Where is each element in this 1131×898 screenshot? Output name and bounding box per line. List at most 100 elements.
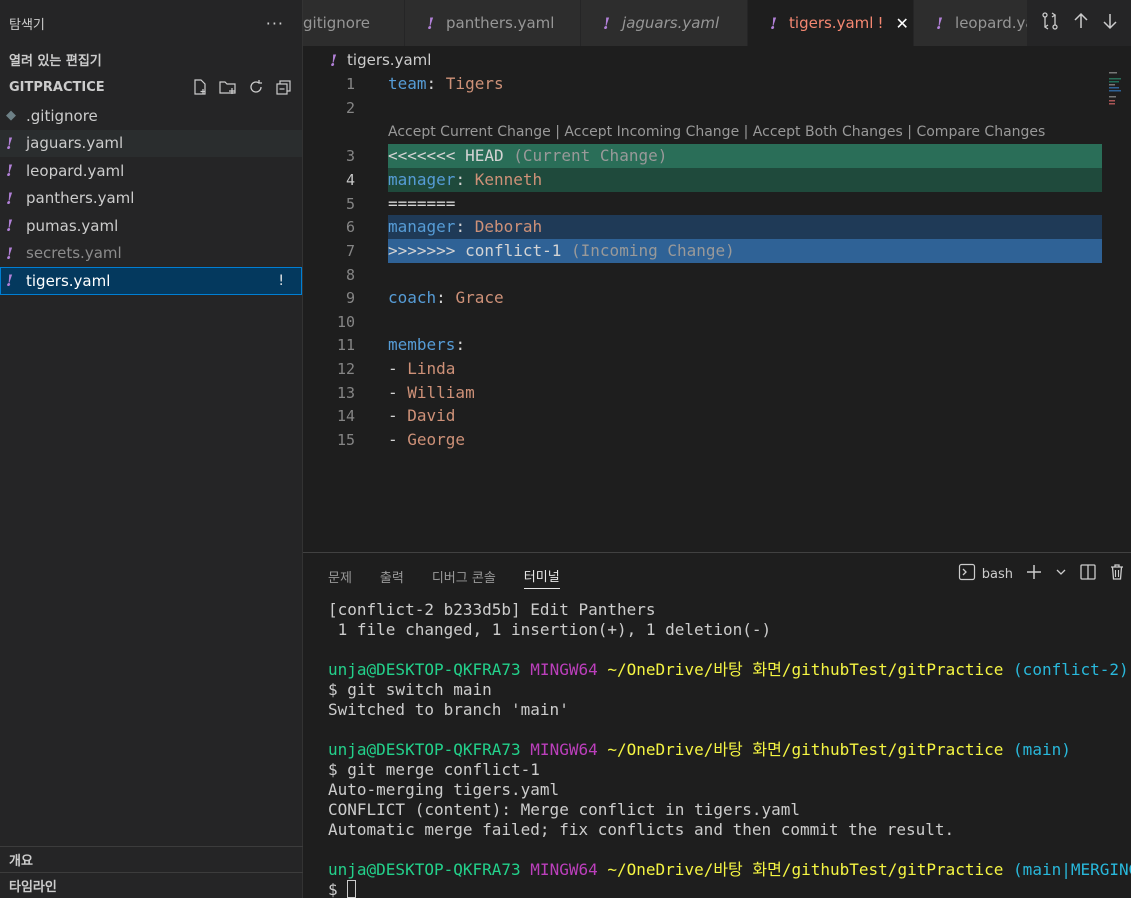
new-file-icon[interactable] [190, 77, 210, 97]
breadcrumb-file[interactable]: tigers.yaml [347, 51, 431, 69]
yaml-icon: ! [330, 50, 338, 70]
file-name: jaguars.yaml [26, 134, 124, 153]
file-name: tigers.yaml [26, 271, 111, 290]
tab-gitignore[interactable]: gitignore [303, 0, 405, 46]
prompt-branch: (main) [1013, 740, 1071, 759]
arrow-down-icon[interactable] [1102, 12, 1118, 34]
yaml-value: Grace [455, 288, 504, 307]
line-number: 3 [345, 146, 355, 165]
yaml-icon: ! [6, 161, 14, 181]
split-terminal-icon[interactable] [1079, 563, 1097, 585]
file-item-leopard[interactable]: ! leopard.yaml [0, 157, 302, 185]
yaml-value: Linda [407, 359, 456, 378]
terminal-line: [conflict-2 b233d5b] Edit Panthers [328, 600, 656, 619]
line-number: 15 [336, 430, 355, 449]
code-line: 9 coach: Grace [303, 286, 1103, 310]
yaml-dash: - [388, 359, 408, 378]
code-line: 3 <<<<<<< HEAD (Current Change) [303, 144, 1103, 168]
terminal-command: $ git merge conflict-1 [328, 760, 540, 779]
terminal-selector[interactable]: bash [958, 563, 1013, 585]
file-item-jaguars[interactable]: ! jaguars.yaml [0, 129, 302, 157]
outline-section[interactable]: 개요 [0, 846, 303, 872]
yaml-icon: ! [6, 216, 14, 236]
chevron-down-icon[interactable] [1055, 566, 1067, 582]
shell-name: bash [981, 566, 1013, 582]
breadcrumb[interactable]: ! tigers.yaml [330, 49, 431, 71]
yaml-dash: - [388, 430, 408, 449]
explorer-title: 탐색기 [9, 17, 45, 33]
file-name: .gitignore [26, 106, 98, 125]
yaml-key: team [388, 74, 427, 93]
close-icon[interactable]: ✕ [895, 14, 908, 33]
code-line: 1 team: Tigers [303, 72, 1103, 96]
folder-header[interactable]: GITPRACTICE [0, 72, 302, 102]
more-actions-icon[interactable]: ··· [266, 14, 284, 33]
file-name: pumas.yaml [26, 216, 119, 235]
code-line: 13 - William [303, 381, 1103, 405]
compare-changes-icon[interactable] [1040, 11, 1060, 35]
line-number: 2 [345, 98, 355, 117]
prompt-host: MINGW64 [530, 740, 598, 759]
line-number: 10 [336, 312, 355, 331]
terminal-line: Auto-merging tigers.yaml [328, 780, 560, 799]
yaml-key: coach [388, 288, 437, 307]
prompt-path: ~/OneDrive/바탕 화면/githubTest/gitPractice [607, 860, 1004, 879]
tab-panthers[interactable]: ! panthers.yaml [405, 0, 581, 46]
git-icon: ◆ [6, 108, 16, 124]
timeline-section[interactable]: 타임라인 [0, 872, 303, 898]
conflict-badge: ! [278, 272, 284, 289]
tab-label: panthers.yaml [446, 14, 555, 32]
line-number: 8 [345, 265, 355, 284]
minimap[interactable] [1109, 72, 1123, 110]
tab-tigers[interactable]: ! tigers.yaml ! ✕ [748, 0, 914, 46]
yaml-sep: : [455, 217, 475, 236]
code-line: 7 >>>>>>> conflict-1 (Incoming Change) [303, 239, 1103, 263]
yaml-key: members [388, 335, 456, 354]
line-number: 7 [345, 241, 355, 260]
file-item-secrets[interactable]: ! secrets.yaml [0, 240, 302, 268]
line-number: 1 [345, 74, 355, 93]
conflict-indicator: ! [877, 14, 884, 32]
yaml-icon: ! [427, 13, 435, 33]
terminal-line: Automatic merge failed; fix conflicts an… [328, 820, 955, 839]
code-line: 12 - Linda [303, 357, 1103, 381]
refresh-icon[interactable] [246, 77, 266, 97]
tab-leopard[interactable]: ! leopard.yaml [914, 0, 1053, 46]
tab-problems[interactable]: 문제 [328, 553, 352, 599]
code-line: 15 - George [303, 428, 1103, 452]
file-item-pumas[interactable]: ! pumas.yaml [0, 212, 302, 240]
open-editors-section[interactable]: 열려 있는 편집기 [0, 46, 302, 72]
file-item-tigers[interactable]: ! tigers.yaml ! [0, 267, 302, 295]
yaml-value: David [407, 406, 456, 425]
file-name: panthers.yaml [26, 189, 135, 208]
file-tree: ◆ .gitignore ! jaguars.yaml ! leopard.ya… [0, 102, 302, 295]
terminal-icon [958, 563, 976, 585]
bottom-panel: 문제 출력 디버그 콘솔 터미널 bash [conflict-2 b233d5… [303, 552, 1131, 898]
trash-icon[interactable] [1109, 563, 1125, 585]
conflict-marker: <<<<<<< HEAD [388, 146, 504, 165]
tab-actions [1027, 0, 1131, 46]
tab-debug-console[interactable]: 디버그 콘솔 [432, 553, 496, 599]
new-terminal-icon[interactable] [1025, 563, 1043, 585]
file-name: secrets.yaml [26, 244, 122, 263]
tab-label: jaguars.yaml [622, 14, 720, 32]
line-number: 9 [345, 288, 355, 307]
line-number: 14 [336, 406, 355, 425]
yaml-icon: ! [6, 271, 14, 291]
file-item-panthers[interactable]: ! panthers.yaml [0, 185, 302, 213]
conflict-marker: >>>>>>> conflict-1 [388, 241, 562, 260]
tab-jaguars[interactable]: ! jaguars.yaml [581, 0, 748, 46]
new-folder-icon[interactable] [218, 77, 238, 97]
code-line: 14 - David [303, 404, 1103, 428]
terminal-command: $ git switch main [328, 680, 492, 699]
tab-output[interactable]: 출력 [380, 553, 404, 599]
collapse-all-icon[interactable] [274, 77, 294, 97]
tab-terminal[interactable]: 터미널 [523, 563, 560, 589]
terminal-line: CONFLICT (content): Merge conflict in ti… [328, 800, 801, 819]
yaml-icon: ! [6, 133, 14, 153]
file-item-gitignore[interactable]: ◆ .gitignore [0, 102, 302, 130]
code-editor[interactable]: 1 team: Tigers 2 3 <<<<<<< HEAD (Current… [303, 72, 1131, 552]
terminal-line: Switched to branch 'main' [328, 700, 569, 719]
terminal-output[interactable]: [conflict-2 b233d5b] Edit Panthers 1 fil… [328, 600, 1131, 898]
arrow-up-icon[interactable] [1073, 12, 1089, 34]
